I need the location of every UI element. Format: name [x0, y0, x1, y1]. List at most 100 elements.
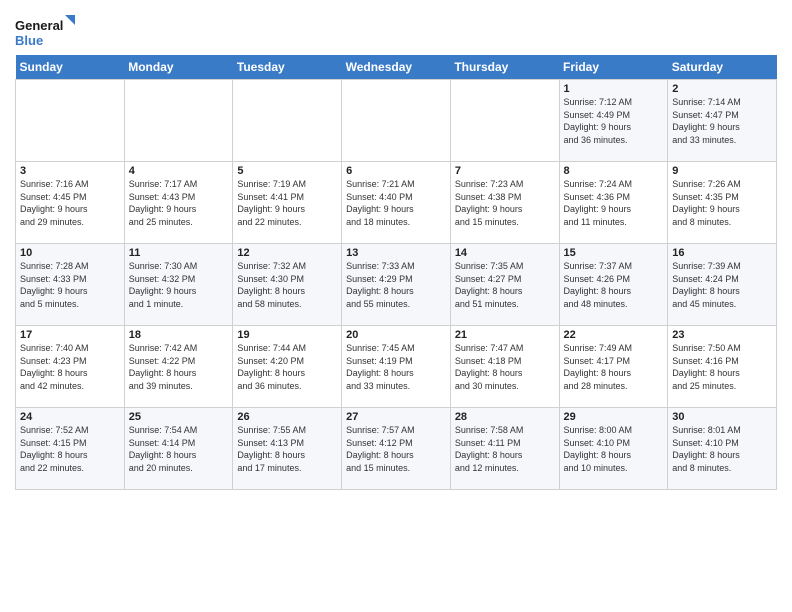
day-cell-6: 6Sunrise: 7:21 AMSunset: 4:40 PMDaylight…: [342, 162, 451, 244]
day-cell-5: 5Sunrise: 7:19 AMSunset: 4:41 PMDaylight…: [233, 162, 342, 244]
day-number: 15: [564, 247, 664, 259]
day-cell-24: 24Sunrise: 7:52 AMSunset: 4:15 PMDayligh…: [16, 408, 125, 490]
day-cell-12: 12Sunrise: 7:32 AMSunset: 4:30 PMDayligh…: [233, 244, 342, 326]
day-info: Sunrise: 7:40 AMSunset: 4:23 PMDaylight:…: [20, 342, 120, 392]
day-number: 20: [346, 329, 446, 341]
day-cell-4: 4Sunrise: 7:17 AMSunset: 4:43 PMDaylight…: [124, 162, 233, 244]
day-info: Sunrise: 7:39 AMSunset: 4:24 PMDaylight:…: [672, 260, 772, 310]
weekday-header-row: SundayMondayTuesdayWednesdayThursdayFrid…: [16, 55, 777, 80]
day-number: 7: [455, 165, 555, 177]
day-cell-22: 22Sunrise: 7:49 AMSunset: 4:17 PMDayligh…: [559, 326, 668, 408]
day-number: 10: [20, 247, 120, 259]
week-row-4: 17Sunrise: 7:40 AMSunset: 4:23 PMDayligh…: [16, 326, 777, 408]
day-number: 1: [564, 83, 664, 95]
day-info: Sunrise: 7:19 AMSunset: 4:41 PMDaylight:…: [237, 178, 337, 228]
day-cell-21: 21Sunrise: 7:47 AMSunset: 4:18 PMDayligh…: [450, 326, 559, 408]
day-number: 11: [129, 247, 229, 259]
day-info: Sunrise: 7:16 AMSunset: 4:45 PMDaylight:…: [20, 178, 120, 228]
day-number: 29: [564, 411, 664, 423]
day-number: 6: [346, 165, 446, 177]
day-info: Sunrise: 7:30 AMSunset: 4:32 PMDaylight:…: [129, 260, 229, 310]
day-number: 9: [672, 165, 772, 177]
day-cell-28: 28Sunrise: 7:58 AMSunset: 4:11 PMDayligh…: [450, 408, 559, 490]
day-cell-26: 26Sunrise: 7:55 AMSunset: 4:13 PMDayligh…: [233, 408, 342, 490]
week-row-3: 10Sunrise: 7:28 AMSunset: 4:33 PMDayligh…: [16, 244, 777, 326]
day-number: 18: [129, 329, 229, 341]
weekday-thursday: Thursday: [450, 55, 559, 80]
week-row-2: 3Sunrise: 7:16 AMSunset: 4:45 PMDaylight…: [16, 162, 777, 244]
day-cell-17: 17Sunrise: 7:40 AMSunset: 4:23 PMDayligh…: [16, 326, 125, 408]
day-info: Sunrise: 7:32 AMSunset: 4:30 PMDaylight:…: [237, 260, 337, 310]
day-info: Sunrise: 7:45 AMSunset: 4:19 PMDaylight:…: [346, 342, 446, 392]
day-number: 4: [129, 165, 229, 177]
day-cell-1: 1Sunrise: 7:12 AMSunset: 4:49 PMDaylight…: [559, 80, 668, 162]
day-number: 14: [455, 247, 555, 259]
day-cell-19: 19Sunrise: 7:44 AMSunset: 4:20 PMDayligh…: [233, 326, 342, 408]
day-info: Sunrise: 7:26 AMSunset: 4:35 PMDaylight:…: [672, 178, 772, 228]
week-row-5: 24Sunrise: 7:52 AMSunset: 4:15 PMDayligh…: [16, 408, 777, 490]
day-info: Sunrise: 8:00 AMSunset: 4:10 PMDaylight:…: [564, 424, 664, 474]
weekday-wednesday: Wednesday: [342, 55, 451, 80]
day-number: 26: [237, 411, 337, 423]
empty-cell: [124, 80, 233, 162]
day-info: Sunrise: 7:42 AMSunset: 4:22 PMDaylight:…: [129, 342, 229, 392]
week-row-1: 1Sunrise: 7:12 AMSunset: 4:49 PMDaylight…: [16, 80, 777, 162]
day-info: Sunrise: 7:50 AMSunset: 4:16 PMDaylight:…: [672, 342, 772, 392]
day-number: 22: [564, 329, 664, 341]
day-cell-25: 25Sunrise: 7:54 AMSunset: 4:14 PMDayligh…: [124, 408, 233, 490]
day-number: 2: [672, 83, 772, 95]
day-cell-23: 23Sunrise: 7:50 AMSunset: 4:16 PMDayligh…: [668, 326, 777, 408]
day-cell-13: 13Sunrise: 7:33 AMSunset: 4:29 PMDayligh…: [342, 244, 451, 326]
day-info: Sunrise: 7:24 AMSunset: 4:36 PMDaylight:…: [564, 178, 664, 228]
day-number: 19: [237, 329, 337, 341]
day-cell-8: 8Sunrise: 7:24 AMSunset: 4:36 PMDaylight…: [559, 162, 668, 244]
day-number: 16: [672, 247, 772, 259]
day-cell-29: 29Sunrise: 8:00 AMSunset: 4:10 PMDayligh…: [559, 408, 668, 490]
day-cell-3: 3Sunrise: 7:16 AMSunset: 4:45 PMDaylight…: [16, 162, 125, 244]
svg-text:Blue: Blue: [15, 33, 43, 48]
day-info: Sunrise: 7:57 AMSunset: 4:12 PMDaylight:…: [346, 424, 446, 474]
day-cell-16: 16Sunrise: 7:39 AMSunset: 4:24 PMDayligh…: [668, 244, 777, 326]
day-number: 17: [20, 329, 120, 341]
day-info: Sunrise: 7:14 AMSunset: 4:47 PMDaylight:…: [672, 96, 772, 146]
empty-cell: [450, 80, 559, 162]
day-number: 25: [129, 411, 229, 423]
day-cell-30: 30Sunrise: 8:01 AMSunset: 4:10 PMDayligh…: [668, 408, 777, 490]
calendar-container: GeneralBlue SundayMondayTuesdayWednesday…: [0, 0, 792, 500]
weekday-friday: Friday: [559, 55, 668, 80]
day-cell-9: 9Sunrise: 7:26 AMSunset: 4:35 PMDaylight…: [668, 162, 777, 244]
weekday-saturday: Saturday: [668, 55, 777, 80]
weekday-tuesday: Tuesday: [233, 55, 342, 80]
logo-svg: GeneralBlue: [15, 15, 75, 50]
day-info: Sunrise: 7:55 AMSunset: 4:13 PMDaylight:…: [237, 424, 337, 474]
day-info: Sunrise: 7:44 AMSunset: 4:20 PMDaylight:…: [237, 342, 337, 392]
day-info: Sunrise: 7:52 AMSunset: 4:15 PMDaylight:…: [20, 424, 120, 474]
weekday-monday: Monday: [124, 55, 233, 80]
day-cell-15: 15Sunrise: 7:37 AMSunset: 4:26 PMDayligh…: [559, 244, 668, 326]
day-info: Sunrise: 7:17 AMSunset: 4:43 PMDaylight:…: [129, 178, 229, 228]
day-info: Sunrise: 7:35 AMSunset: 4:27 PMDaylight:…: [455, 260, 555, 310]
day-cell-10: 10Sunrise: 7:28 AMSunset: 4:33 PMDayligh…: [16, 244, 125, 326]
day-number: 13: [346, 247, 446, 259]
day-cell-11: 11Sunrise: 7:30 AMSunset: 4:32 PMDayligh…: [124, 244, 233, 326]
empty-cell: [16, 80, 125, 162]
day-info: Sunrise: 7:28 AMSunset: 4:33 PMDaylight:…: [20, 260, 120, 310]
day-info: Sunrise: 7:54 AMSunset: 4:14 PMDaylight:…: [129, 424, 229, 474]
day-cell-14: 14Sunrise: 7:35 AMSunset: 4:27 PMDayligh…: [450, 244, 559, 326]
day-info: Sunrise: 7:23 AMSunset: 4:38 PMDaylight:…: [455, 178, 555, 228]
day-info: Sunrise: 7:58 AMSunset: 4:11 PMDaylight:…: [455, 424, 555, 474]
svg-text:General: General: [15, 18, 63, 33]
day-number: 27: [346, 411, 446, 423]
day-cell-2: 2Sunrise: 7:14 AMSunset: 4:47 PMDaylight…: [668, 80, 777, 162]
day-info: Sunrise: 7:33 AMSunset: 4:29 PMDaylight:…: [346, 260, 446, 310]
weekday-sunday: Sunday: [16, 55, 125, 80]
day-cell-7: 7Sunrise: 7:23 AMSunset: 4:38 PMDaylight…: [450, 162, 559, 244]
logo: GeneralBlue: [15, 15, 75, 50]
day-cell-18: 18Sunrise: 7:42 AMSunset: 4:22 PMDayligh…: [124, 326, 233, 408]
day-info: Sunrise: 8:01 AMSunset: 4:10 PMDaylight:…: [672, 424, 772, 474]
day-cell-20: 20Sunrise: 7:45 AMSunset: 4:19 PMDayligh…: [342, 326, 451, 408]
day-number: 24: [20, 411, 120, 423]
day-info: Sunrise: 7:12 AMSunset: 4:49 PMDaylight:…: [564, 96, 664, 146]
empty-cell: [342, 80, 451, 162]
day-info: Sunrise: 7:47 AMSunset: 4:18 PMDaylight:…: [455, 342, 555, 392]
